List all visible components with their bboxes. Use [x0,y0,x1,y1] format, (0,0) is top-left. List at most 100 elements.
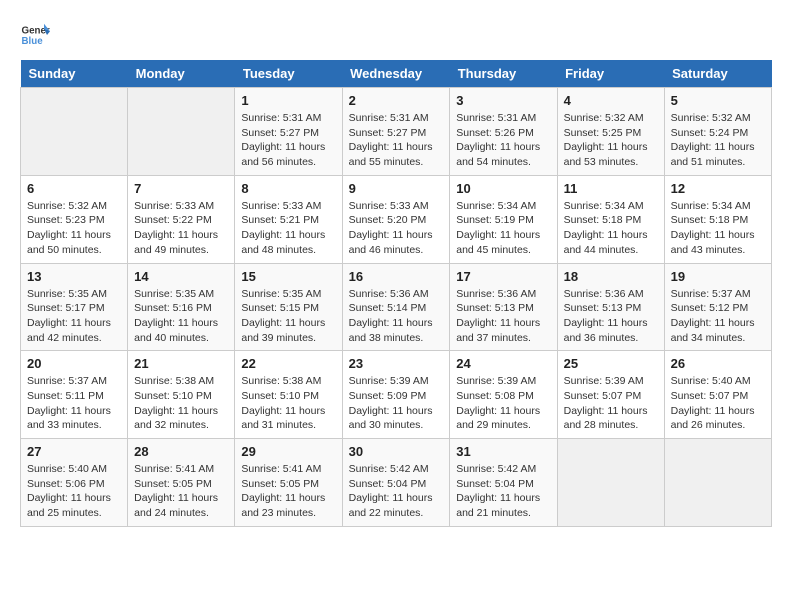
day-info: Sunrise: 5:36 AM Sunset: 5:13 PM Dayligh… [456,287,550,346]
calendar-cell: 31Sunrise: 5:42 AM Sunset: 5:04 PM Dayli… [450,439,557,527]
svg-text:Blue: Blue [22,36,44,47]
day-info: Sunrise: 5:35 AM Sunset: 5:17 PM Dayligh… [27,287,121,346]
day-info: Sunrise: 5:38 AM Sunset: 5:10 PM Dayligh… [134,374,228,433]
day-number: 28 [134,444,228,459]
header-day-monday: Monday [128,60,235,88]
calendar-cell: 2Sunrise: 5:31 AM Sunset: 5:27 PM Daylig… [342,88,450,176]
day-number: 14 [134,269,228,284]
day-info: Sunrise: 5:37 AM Sunset: 5:11 PM Dayligh… [27,374,121,433]
day-number: 8 [241,181,335,196]
day-number: 31 [456,444,550,459]
calendar-cell: 4 Sunrise: 5:32 AM Sunset: 5:25 PM Daylig… [557,88,664,176]
day-info: Sunrise: 5:35 AM Sunset: 5:15 PM Dayligh… [241,287,335,346]
calendar-cell: 24 Sunrise: 5:39 AM Sunset: 5:08 PM Dayli… [450,351,557,439]
day-info: Sunrise: 5:37 AM Sunset: 5:12 PM Dayligh… [671,287,765,346]
calendar-cell: 23 Sunrise: 5:39 AM Sunset: 5:09 PM Dayli… [342,351,450,439]
calendar-header: SundayMondayTuesdayWednesdayThursdayFrid… [21,60,772,88]
day-info: Sunrise: 5:42 AM Sunset: 5:04 PM Dayligh… [349,462,444,521]
calendar-cell: 25 Sunrise: 5:39 AM Sunset: 5:07 PM Dayli… [557,351,664,439]
day-number: 23 [349,356,444,371]
header-row: SundayMondayTuesdayWednesdayThursdayFrid… [21,60,772,88]
calendar-cell [664,439,771,527]
calendar-cell: 26 Sunrise: 5:40 AM Sunset: 5:07 PM Dayli… [664,351,771,439]
header-day-sunday: Sunday [21,60,128,88]
header-day-tuesday: Tuesday [235,60,342,88]
header-day-friday: Friday [557,60,664,88]
day-info: Sunrise: 5:33 AM Sunset: 5:20 PM Dayligh… [349,199,444,258]
day-info: Sunrise: 5:34 AM Sunset: 5:19 PM Dayligh… [456,199,550,258]
calendar-cell: 1Sunrise: 5:31 AM Sunset: 5:27 PM Daylig… [235,88,342,176]
day-number: 5 [671,93,765,108]
day-info: Sunrise: 5:41 AM Sunset: 5:05 PM Dayligh… [241,462,335,521]
header-day-wednesday: Wednesday [342,60,450,88]
calendar-cell: 9 Sunrise: 5:33 AM Sunset: 5:20 PM Daylig… [342,175,450,263]
day-number: 19 [671,269,765,284]
day-number: 12 [671,181,765,196]
day-info: Sunrise: 5:31 AM Sunset: 5:27 PM Dayligh… [241,111,335,170]
day-info: Sunrise: 5:39 AM Sunset: 5:08 PM Dayligh… [456,374,550,433]
week-row-4: 20 Sunrise: 5:37 AM Sunset: 5:11 PM Dayli… [21,351,772,439]
day-number: 20 [27,356,121,371]
calendar-cell [21,88,128,176]
day-number: 21 [134,356,228,371]
calendar-cell: 7 Sunrise: 5:33 AM Sunset: 5:22 PM Daylig… [128,175,235,263]
day-info: Sunrise: 5:40 AM Sunset: 5:06 PM Dayligh… [27,462,121,521]
day-info: Sunrise: 5:33 AM Sunset: 5:22 PM Dayligh… [134,199,228,258]
day-info: Sunrise: 5:31 AM Sunset: 5:27 PM Dayligh… [349,111,444,170]
day-number: 17 [456,269,550,284]
week-row-3: 13Sunrise: 5:35 AM Sunset: 5:17 PM Dayli… [21,263,772,351]
day-info: Sunrise: 5:36 AM Sunset: 5:14 PM Dayligh… [349,287,444,346]
calendar-cell: 3 Sunrise: 5:31 AM Sunset: 5:26 PM Daylig… [450,88,557,176]
day-number: 4 [564,93,658,108]
week-row-1: 1Sunrise: 5:31 AM Sunset: 5:27 PM Daylig… [21,88,772,176]
day-number: 24 [456,356,550,371]
calendar-cell: 16 Sunrise: 5:36 AM Sunset: 5:14 PM Dayli… [342,263,450,351]
day-info: Sunrise: 5:32 AM Sunset: 5:24 PM Dayligh… [671,111,765,170]
day-info: Sunrise: 5:39 AM Sunset: 5:09 PM Dayligh… [349,374,444,433]
calendar-cell: 20 Sunrise: 5:37 AM Sunset: 5:11 PM Dayli… [21,351,128,439]
day-info: Sunrise: 5:41 AM Sunset: 5:05 PM Dayligh… [134,462,228,521]
day-info: Sunrise: 5:38 AM Sunset: 5:10 PM Dayligh… [241,374,335,433]
calendar-cell [557,439,664,527]
day-info: Sunrise: 5:34 AM Sunset: 5:18 PM Dayligh… [671,199,765,258]
calendar-cell: 10 Sunrise: 5:34 AM Sunset: 5:19 PM Dayli… [450,175,557,263]
calendar-cell [128,88,235,176]
header-day-thursday: Thursday [450,60,557,88]
day-number: 7 [134,181,228,196]
calendar-cell: 18Sunrise: 5:36 AM Sunset: 5:13 PM Dayli… [557,263,664,351]
day-number: 16 [349,269,444,284]
day-info: Sunrise: 5:34 AM Sunset: 5:18 PM Dayligh… [564,199,658,258]
calendar-table: SundayMondayTuesdayWednesdayThursdayFrid… [20,60,772,527]
calendar-cell: 8 Sunrise: 5:33 AM Sunset: 5:21 PM Daylig… [235,175,342,263]
day-number: 26 [671,356,765,371]
calendar-cell: 15Sunrise: 5:35 AM Sunset: 5:15 PM Dayli… [235,263,342,351]
week-row-2: 6Sunrise: 5:32 AM Sunset: 5:23 PM Daylig… [21,175,772,263]
day-number: 29 [241,444,335,459]
calendar-cell: 11 Sunrise: 5:34 AM Sunset: 5:18 PM Dayli… [557,175,664,263]
calendar-cell: 22 Sunrise: 5:38 AM Sunset: 5:10 PM Dayli… [235,351,342,439]
day-info: Sunrise: 5:32 AM Sunset: 5:25 PM Dayligh… [564,111,658,170]
day-number: 10 [456,181,550,196]
day-info: Sunrise: 5:31 AM Sunset: 5:26 PM Dayligh… [456,111,550,170]
calendar-cell: 13Sunrise: 5:35 AM Sunset: 5:17 PM Dayli… [21,263,128,351]
calendar-cell: 14 Sunrise: 5:35 AM Sunset: 5:16 PM Dayli… [128,263,235,351]
logo: General Blue [20,20,54,50]
day-number: 22 [241,356,335,371]
calendar-cell: 28 Sunrise: 5:41 AM Sunset: 5:05 PM Dayli… [128,439,235,527]
week-row-5: 27Sunrise: 5:40 AM Sunset: 5:06 PM Dayli… [21,439,772,527]
day-info: Sunrise: 5:39 AM Sunset: 5:07 PM Dayligh… [564,374,658,433]
day-info: Sunrise: 5:40 AM Sunset: 5:07 PM Dayligh… [671,374,765,433]
calendar-cell: 5 Sunrise: 5:32 AM Sunset: 5:24 PM Daylig… [664,88,771,176]
calendar-body: 1Sunrise: 5:31 AM Sunset: 5:27 PM Daylig… [21,88,772,527]
day-number: 9 [349,181,444,196]
day-number: 25 [564,356,658,371]
day-number: 11 [564,181,658,196]
calendar-cell: 17 Sunrise: 5:36 AM Sunset: 5:13 PM Dayli… [450,263,557,351]
calendar-cell: 27Sunrise: 5:40 AM Sunset: 5:06 PM Dayli… [21,439,128,527]
day-number: 3 [456,93,550,108]
calendar-cell: 6Sunrise: 5:32 AM Sunset: 5:23 PM Daylig… [21,175,128,263]
day-info: Sunrise: 5:35 AM Sunset: 5:16 PM Dayligh… [134,287,228,346]
day-info: Sunrise: 5:33 AM Sunset: 5:21 PM Dayligh… [241,199,335,258]
day-info: Sunrise: 5:32 AM Sunset: 5:23 PM Dayligh… [27,199,121,258]
calendar-cell: 19 Sunrise: 5:37 AM Sunset: 5:12 PM Dayli… [664,263,771,351]
